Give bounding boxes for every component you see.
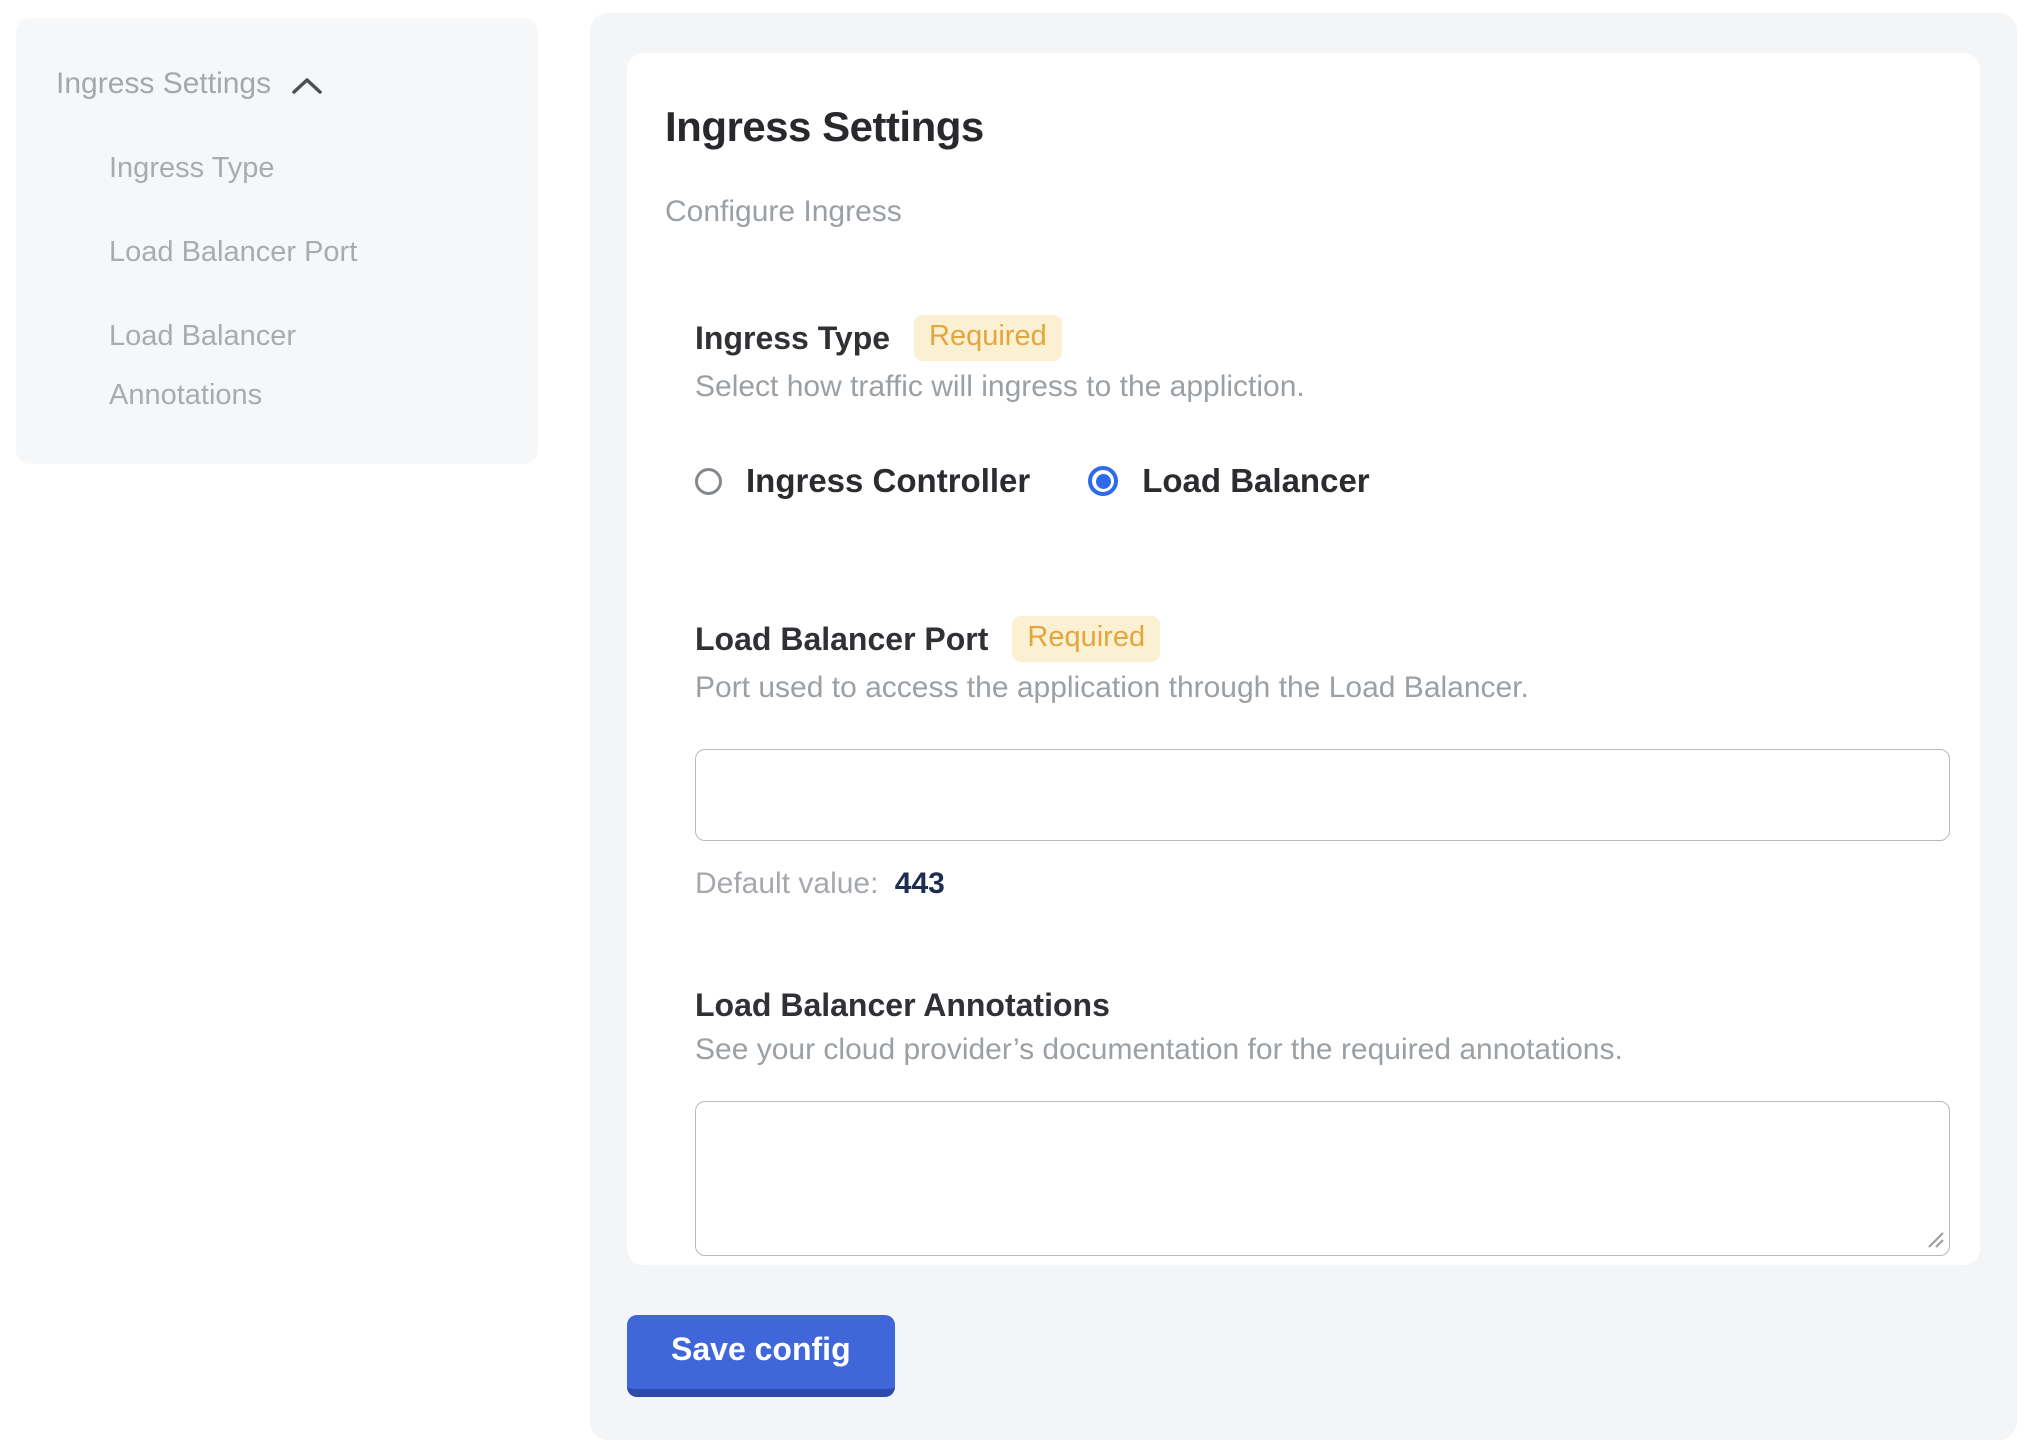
required-badge: Required: [1012, 616, 1160, 662]
fields-container: Ingress Type Required Select how traffic…: [695, 315, 1950, 1256]
sidebar-section-toggle[interactable]: Ingress Settings: [56, 54, 510, 113]
ingress-settings-card: Ingress Settings Configure Ingress Ingre…: [627, 53, 1980, 1265]
ingress-type-description: Select how traffic will ingress to the a…: [695, 370, 1950, 404]
main-panel: Ingress Settings Configure Ingress Ingre…: [590, 13, 2017, 1440]
radio-option-load-balancer[interactable]: Load Balancer: [1088, 462, 1369, 500]
settings-sidebar: Ingress Settings Ingress Type Load Balan…: [16, 18, 538, 464]
default-value-label: Default value:: [695, 867, 878, 900]
radio-option-ingress-controller[interactable]: Ingress Controller: [695, 462, 1030, 500]
radio-dot: [1096, 474, 1111, 489]
annotations-label-row: Load Balancer Annotations: [695, 987, 1950, 1024]
default-value-row: Default value: 443: [695, 867, 1950, 901]
load-balancer-annotations-description: See your cloud provider’s documentation …: [695, 1033, 1950, 1067]
page-subtitle: Configure Ingress: [665, 195, 1950, 229]
field-load-balancer-port: Load Balancer Port Required Port used to…: [695, 616, 1950, 901]
field-ingress-type: Ingress Type Required Select how traffic…: [695, 315, 1950, 500]
radio-selected-icon[interactable]: [1088, 466, 1118, 496]
sidebar-item-load-balancer-port[interactable]: Load Balancer Port: [109, 223, 439, 282]
annotations-textarea-wrap: [695, 1101, 1950, 1256]
ingress-type-radio-group: Ingress Controller Load Balancer: [695, 462, 1950, 500]
port-label-row: Load Balancer Port Required: [695, 616, 1950, 662]
ingress-type-label-row: Ingress Type Required: [695, 315, 1950, 361]
load-balancer-port-label: Load Balancer Port: [695, 621, 988, 658]
ingress-type-label: Ingress Type: [695, 320, 890, 357]
radio-label-load-balancer: Load Balancer: [1142, 462, 1369, 500]
radio-unselected-icon[interactable]: [695, 468, 722, 495]
required-badge: Required: [914, 315, 1062, 361]
chevron-up-icon: [291, 75, 323, 97]
sidebar-item-load-balancer-annotations[interactable]: Load Balancer Annotations: [109, 307, 439, 425]
save-config-button[interactable]: Save config: [627, 1315, 895, 1397]
radio-label-ingress-controller: Ingress Controller: [746, 462, 1030, 500]
load-balancer-port-description: Port used to access the application thro…: [695, 671, 1950, 705]
sidebar-section-title: Ingress Settings: [56, 67, 271, 101]
load-balancer-port-input[interactable]: [695, 749, 1950, 841]
default-value: 443: [895, 867, 945, 900]
load-balancer-annotations-textarea[interactable]: [695, 1101, 1950, 1256]
field-load-balancer-annotations: Load Balancer Annotations See your cloud…: [695, 987, 1950, 1256]
sidebar-items: Ingress Type Load Balancer Port Load Bal…: [56, 139, 510, 425]
page-title: Ingress Settings: [665, 103, 1950, 151]
load-balancer-annotations-label: Load Balancer Annotations: [695, 987, 1110, 1024]
sidebar-item-ingress-type[interactable]: Ingress Type: [109, 139, 439, 198]
